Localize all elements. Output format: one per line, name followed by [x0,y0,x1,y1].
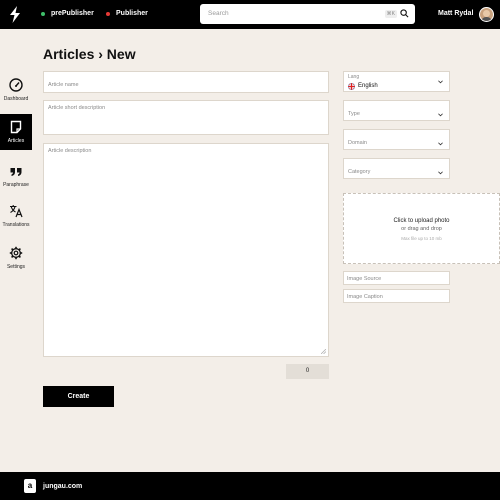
env-preprod-link[interactable]: prePublisher [41,10,94,17]
sidebar-item-articles[interactable]: Articles [0,114,32,150]
search-icon[interactable] [400,9,409,18]
article-name-input[interactable]: Article name [43,71,329,93]
env-publisher-label: Publisher [116,10,148,17]
search-input[interactable]: Search ⌘K [200,4,415,24]
footer: a jungau.com [0,472,500,500]
top-bar: prePublisher Publisher Search ⌘K Matt Ry… [0,0,500,29]
chevron-down-icon [438,171,443,175]
document-icon [10,120,22,134]
chevron-down-icon [438,80,443,84]
upload-instruction: Click to upload photo [393,218,450,224]
lightning-logo-icon[interactable] [8,6,22,23]
sidebar-item-settings[interactable]: Settings [0,240,32,276]
status-dot-icon [106,11,110,16]
article-short-description-input[interactable]: Article short description [43,100,329,135]
sidebar-item-translations[interactable]: Translations [0,198,32,234]
article-description-placeholder: Article description [48,148,92,154]
photo-upload-dropzone[interactable]: Click to upload photo or drag and drop M… [343,193,500,264]
image-caption-input[interactable]: Image Caption [343,289,450,303]
sidebar-item-label: Dashboard [3,96,29,102]
character-counter: 0 [286,364,329,379]
image-caption-placeholder: Image Caption [347,294,383,300]
upload-size-hint: Max file up to 10 mb [401,236,442,241]
sidebar-item-dashboard[interactable]: Dashboard [0,72,32,108]
article-description-textarea[interactable]: Article description [43,143,329,357]
sidebar-item-label: Translations [2,222,30,228]
env-preprod-label: prePublisher [51,10,94,17]
image-source-placeholder: Image Source [347,276,382,282]
category-placeholder: Category [348,169,371,175]
uk-flag-icon [348,83,355,90]
resize-handle-icon[interactable] [321,349,326,354]
image-source-input[interactable]: Image Source [343,271,450,285]
shortcut-badge: ⌘K [384,10,397,18]
type-placeholder: Type [348,111,360,117]
sidebar-item-label: Paraphrase [3,182,29,188]
avatar-body [481,17,492,21]
footer-site-link[interactable]: jungau.com [43,483,82,490]
language-label: Lang [348,74,360,80]
quote-icon [10,168,22,176]
env-publisher-link[interactable]: Publisher [106,10,148,17]
upload-drag-hint: or drag and drop [401,226,442,232]
create-button[interactable]: Create [43,386,114,407]
sidebar-item-label: Articles [7,138,25,144]
language-select[interactable]: Lang English [343,71,450,92]
user-name[interactable]: Matt Rydal [438,10,473,17]
gear-icon [9,246,23,260]
language-value: English [358,83,378,89]
status-dot-icon [41,11,45,16]
search-placeholder: Search [208,10,229,17]
category-select[interactable]: Category [343,158,450,179]
translate-icon [10,205,23,218]
article-short-description-placeholder: Article short description [48,105,106,111]
sidebar-item-paraphrase[interactable]: Paraphrase [0,158,32,194]
chevron-down-icon [438,142,443,146]
footer-logo[interactable]: a [24,479,36,493]
page-title: Articles › New [43,46,136,62]
article-name-placeholder: Article name [48,82,79,88]
sidebar-item-label: Settings [6,264,26,270]
avatar[interactable] [479,7,494,22]
type-select[interactable]: Type [343,100,450,121]
avatar-face [483,10,490,17]
chevron-down-icon [438,113,443,117]
gauge-icon [9,78,23,92]
domain-select[interactable]: Domain [343,129,450,150]
domain-placeholder: Domain [348,140,367,146]
